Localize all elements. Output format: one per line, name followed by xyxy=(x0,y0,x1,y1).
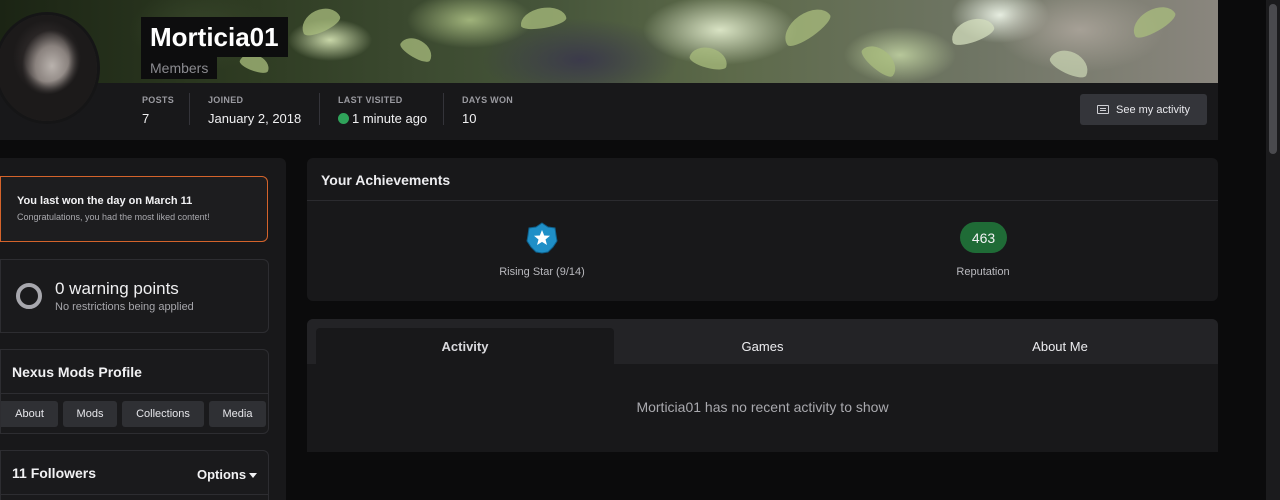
stat-label: LAST VISITED xyxy=(338,95,403,105)
stat-last-visited: LAST VISITED 1 minute ago xyxy=(338,95,427,126)
nexus-profile-card: Nexus Mods Profile About Mods Collection… xyxy=(0,349,269,434)
warning-points-card: 0 warning points No restrictions being a… xyxy=(0,259,269,333)
nexus-media-button[interactable]: Media xyxy=(209,401,266,427)
stat-value: 10 xyxy=(462,111,477,126)
stat-divider xyxy=(443,93,444,125)
tab-bar: Activity Games About Me xyxy=(307,319,1218,364)
profile-group: Members xyxy=(150,60,209,76)
reputation-label: Reputation xyxy=(956,266,1010,278)
followers-options-button[interactable]: Options xyxy=(197,467,258,482)
stat-value: 1 minute ago xyxy=(338,111,427,126)
empty-activity-message: Morticia01 has no recent activity to sho… xyxy=(636,399,889,415)
page-scrollbar[interactable] xyxy=(1266,0,1280,500)
profile-group-box: Members xyxy=(141,57,218,79)
day-won-subtitle: Congratulations, you had the most liked … xyxy=(17,212,210,222)
rising-star-icon[interactable] xyxy=(526,222,558,254)
nexus-mods-button[interactable]: Mods xyxy=(63,401,117,427)
day-won-card: You last won the day on March 11 Congrat… xyxy=(0,176,268,242)
activity-icon xyxy=(1097,105,1110,114)
tab-games[interactable]: Games xyxy=(614,328,911,364)
profile-tabs-card: Activity Games About Me Morticia01 has n… xyxy=(307,319,1218,452)
card-divider xyxy=(1,494,268,495)
see-activity-label: See my activity xyxy=(1116,103,1190,116)
stat-divider xyxy=(319,93,320,125)
stat-label: POSTS xyxy=(142,95,175,105)
stat-value: 7 xyxy=(142,111,150,126)
profile-name-box: Morticia01 xyxy=(141,17,288,57)
card-divider xyxy=(1,393,268,394)
profile-name: Morticia01 xyxy=(150,22,279,52)
online-status-icon xyxy=(338,113,349,124)
followers-title: 11 Followers xyxy=(12,465,97,481)
warning-ring-icon xyxy=(16,283,42,309)
tab-about-me[interactable]: About Me xyxy=(911,328,1209,364)
stat-value: January 2, 2018 xyxy=(208,111,302,126)
achievements-title: Your Achievements xyxy=(321,172,451,188)
options-label: Options xyxy=(197,467,247,482)
day-won-title: You last won the day on March 11 xyxy=(17,195,193,207)
warning-points-subtitle: No restrictions being applied xyxy=(55,301,194,313)
stat-days-won: DAYS WON 10 xyxy=(462,95,513,126)
scrollbar-thumb[interactable] xyxy=(1269,4,1277,154)
profile-stats-bar: POSTS 7 JOINED January 2, 2018 LAST VISI… xyxy=(0,83,1218,140)
warning-points-title: 0 warning points xyxy=(55,279,179,298)
stat-label: JOINED xyxy=(208,95,244,105)
stat-label: DAYS WON xyxy=(462,95,514,105)
tab-activity[interactable]: Activity xyxy=(316,328,614,364)
achievements-card: Your Achievements Rising Star (9/14) 463… xyxy=(307,158,1218,301)
see-activity-button[interactable]: See my activity xyxy=(1080,94,1207,125)
chevron-down-icon xyxy=(249,473,258,479)
rank-label: Rising Star (9/14) xyxy=(499,266,585,278)
reputation-badge[interactable]: 463 xyxy=(960,222,1007,253)
avatar[interactable] xyxy=(0,12,100,124)
followers-card: 11 Followers Options xyxy=(0,450,269,500)
nexus-collections-button[interactable]: Collections xyxy=(122,401,204,427)
stat-divider xyxy=(189,93,190,125)
nexus-profile-title: Nexus Mods Profile xyxy=(12,364,142,380)
last-visited-text: 1 minute ago xyxy=(352,111,428,126)
stat-posts: POSTS 7 xyxy=(142,95,174,126)
nexus-about-button[interactable]: About xyxy=(1,401,58,427)
card-divider xyxy=(307,200,1218,201)
stat-joined: JOINED January 2, 2018 xyxy=(208,95,301,126)
